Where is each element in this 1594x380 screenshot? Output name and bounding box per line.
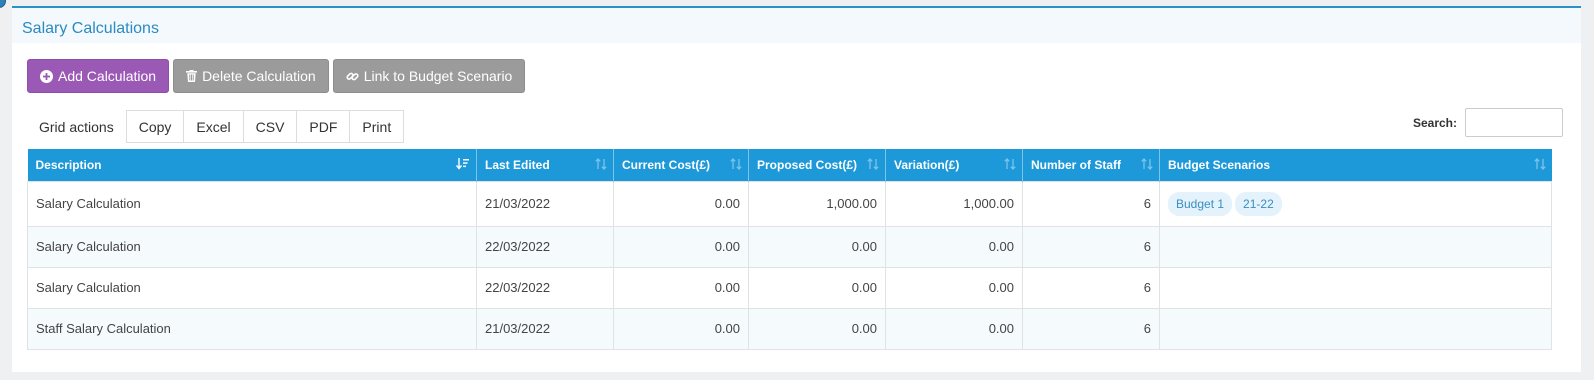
table-row[interactable]: Salary Calculation 22/03/2022 0.00 0.00 … xyxy=(27,225,1552,268)
cell-current-cost: 0.00 xyxy=(613,225,749,268)
side-badge xyxy=(0,0,6,8)
column-header-description[interactable]: Description xyxy=(27,149,477,181)
sort-icon xyxy=(867,158,879,173)
cell-number-of-staff: 6 xyxy=(1022,180,1160,227)
cell-current-cost: 0.00 xyxy=(613,180,749,227)
sort-icon xyxy=(1533,158,1546,173)
column-header-proposed-cost[interactable]: Proposed Cost(£) xyxy=(748,149,886,181)
cell-proposed-cost: 0.00 xyxy=(748,266,886,309)
sort-icon xyxy=(1004,158,1016,173)
cell-budget-scenarios: Budget 1 21-22 xyxy=(1159,180,1552,227)
add-calculation-button[interactable]: Add Calculation xyxy=(27,59,170,93)
cell-variation: 1,000.00 xyxy=(885,180,1023,227)
cell-last-edited: 21/03/2022 xyxy=(476,307,614,350)
link-budget-scenario-label: Link to Budget Scenario xyxy=(363,68,513,84)
salary-calculations-panel: Salary Calculations Add Calculation Dele… xyxy=(12,6,1581,372)
grid-actions-bar: Grid actions Copy Excel CSV PDF Print xyxy=(27,110,405,143)
search-group: Search: xyxy=(1413,108,1563,137)
cell-variation: 0.00 xyxy=(885,225,1023,268)
cell-description: Salary Calculation xyxy=(27,266,477,309)
delete-calculation-label: Delete Calculation xyxy=(202,68,316,84)
trash-icon xyxy=(186,70,198,82)
cell-last-edited: 22/03/2022 xyxy=(476,266,614,309)
add-calculation-label: Add Calculation xyxy=(58,68,157,84)
scenario-tag[interactable]: Budget 1 xyxy=(1168,191,1233,216)
csv-button[interactable]: CSV xyxy=(243,110,298,143)
panel-header: Salary Calculations xyxy=(12,8,1581,43)
panel-title: Salary Calculations xyxy=(22,20,159,37)
cell-current-cost: 0.00 xyxy=(613,307,749,350)
scenario-tag[interactable]: 21-22 xyxy=(1235,191,1282,216)
salary-calculations-table: Description Last Edited Current Cost(£) … xyxy=(27,149,1552,350)
delete-calculation-button[interactable]: Delete Calculation xyxy=(173,59,329,93)
cell-current-cost: 0.00 xyxy=(613,266,749,309)
column-header-budget-scenarios[interactable]: Budget Scenarios xyxy=(1159,149,1552,181)
cell-number-of-staff: 6 xyxy=(1022,225,1160,268)
cell-budget-scenarios xyxy=(1159,307,1552,350)
sort-alpha-asc-icon xyxy=(455,158,470,173)
link-budget-scenario-button[interactable]: Link to Budget Scenario xyxy=(332,59,526,93)
grid-actions-label: Grid actions xyxy=(39,118,114,135)
sort-icon xyxy=(730,158,742,173)
cell-budget-scenarios xyxy=(1159,225,1552,268)
excel-button[interactable]: Excel xyxy=(184,110,244,143)
column-header-variation[interactable]: Variation(£) xyxy=(885,149,1023,181)
sort-icon xyxy=(595,158,607,173)
copy-button[interactable]: Copy xyxy=(125,110,185,143)
print-button[interactable]: Print xyxy=(350,110,405,143)
toolbar: Add Calculation Delete Calculation Link … xyxy=(27,59,526,93)
cell-variation: 0.00 xyxy=(885,307,1023,350)
cell-variation: 0.00 xyxy=(885,266,1023,309)
search-label: Search: xyxy=(1412,115,1457,130)
cell-description: Salary Calculation xyxy=(27,180,477,227)
pdf-button[interactable]: PDF xyxy=(297,110,351,143)
plus-circle-icon xyxy=(40,69,53,83)
cell-number-of-staff: 6 xyxy=(1022,307,1160,350)
cell-last-edited: 22/03/2022 xyxy=(476,225,614,268)
cell-last-edited: 21/03/2022 xyxy=(476,180,614,227)
cell-description: Staff Salary Calculation xyxy=(27,307,477,350)
sort-icon xyxy=(1141,158,1153,173)
column-header-last-edited[interactable]: Last Edited xyxy=(476,149,614,181)
table-row[interactable]: Salary Calculation 21/03/2022 0.00 1,000… xyxy=(27,180,1552,227)
column-header-number-of-staff[interactable]: Number of Staff xyxy=(1022,149,1160,181)
column-header-current-cost[interactable]: Current Cost(£) xyxy=(613,149,749,181)
cell-proposed-cost: 1,000.00 xyxy=(748,180,886,227)
cell-budget-scenarios xyxy=(1159,266,1552,309)
cell-description: Salary Calculation xyxy=(27,225,477,268)
cell-number-of-staff: 6 xyxy=(1022,266,1160,309)
table-header-row: Description Last Edited Current Cost(£) … xyxy=(27,149,1552,181)
cell-proposed-cost: 0.00 xyxy=(748,307,886,350)
table-row[interactable]: Salary Calculation 22/03/2022 0.00 0.00 … xyxy=(27,266,1552,309)
link-icon xyxy=(346,70,359,83)
search-input[interactable] xyxy=(1465,108,1563,137)
table-row[interactable]: Staff Salary Calculation 21/03/2022 0.00… xyxy=(27,307,1552,350)
cell-proposed-cost: 0.00 xyxy=(748,225,886,268)
